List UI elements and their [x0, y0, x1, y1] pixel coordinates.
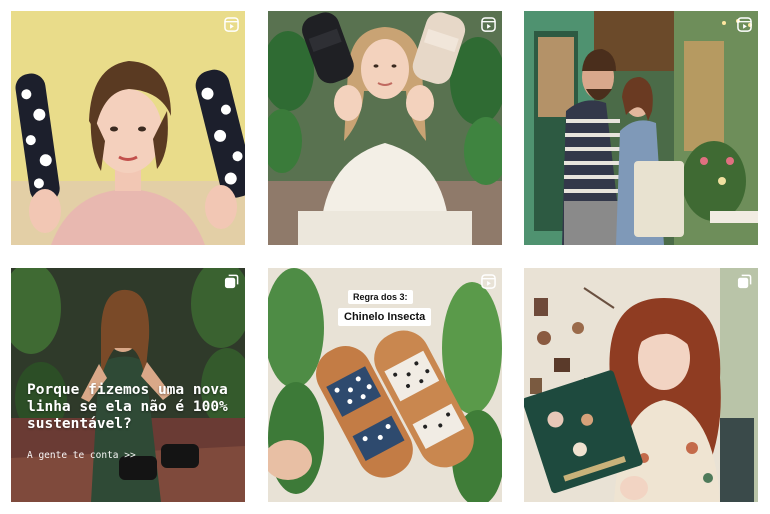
post-5-label-top: Regra dos 3: [348, 290, 413, 304]
reel-icon [481, 17, 496, 32]
carousel-icon [737, 274, 752, 289]
post-2-image [268, 11, 502, 245]
post-tile-4[interactable]: Porque fizemos uma nova linha se ela não… [11, 268, 245, 502]
post-5-label-main: Chinelo Insecta [338, 308, 432, 326]
post-tile-2[interactable] [268, 11, 502, 245]
post-3-image [524, 11, 758, 245]
reel-icon [224, 17, 239, 32]
post-4-cta: A gente te conta >> [27, 450, 136, 461]
post-1-image [11, 11, 245, 245]
post-4-caption: Porque fizemos uma nova linha se ela não… [27, 382, 228, 432]
post-tile-5[interactable]: Regra dos 3: Chinelo Insecta [268, 268, 502, 502]
post-6-image [524, 268, 758, 502]
post-tile-3[interactable] [524, 11, 758, 245]
post-tile-6[interactable] [524, 268, 758, 502]
post-tile-1[interactable] [11, 11, 245, 245]
profile-post-grid: Porque fizemos uma nova linha se ela não… [0, 0, 770, 514]
reel-icon [737, 17, 752, 32]
reel-icon [481, 274, 496, 289]
carousel-icon [224, 274, 239, 289]
